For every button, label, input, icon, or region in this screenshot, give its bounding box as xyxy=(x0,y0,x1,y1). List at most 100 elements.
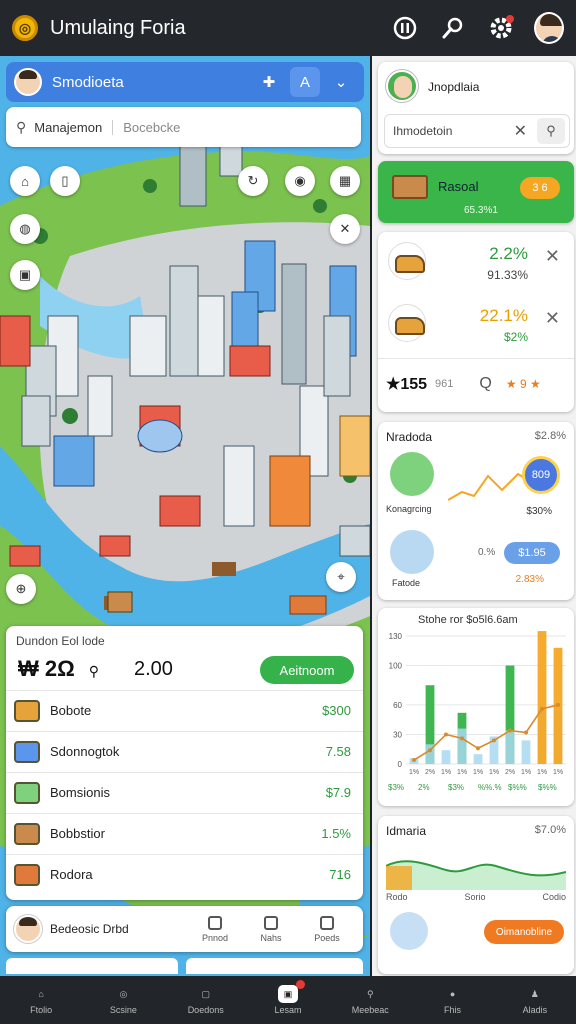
chart-bar xyxy=(505,730,515,764)
chart-point xyxy=(412,758,416,763)
ledger-row[interactable]: Bomsionis $7.9 xyxy=(6,772,363,812)
map-layer-button[interactable]: ▯ xyxy=(50,166,80,196)
stats-title: Nradoda xyxy=(386,430,433,444)
chart-point xyxy=(476,746,480,751)
nav-item-2[interactable]: ▢ Doedons xyxy=(165,976,247,1024)
search-input[interactable]: Bocebcke xyxy=(123,120,180,135)
nav-item-6[interactable]: ♟ Aladis xyxy=(494,976,576,1024)
building-icon xyxy=(390,912,428,950)
map-home-button[interactable]: ⌂ xyxy=(10,166,40,196)
font-icon[interactable]: A xyxy=(290,67,320,97)
notification-dot xyxy=(295,980,305,989)
pin-icon: ⚲ xyxy=(88,663,100,679)
nav-item-0[interactable]: ⌂ Ftolio xyxy=(0,976,82,1024)
trade-row[interactable]: 2.2% 91.33% ✕ xyxy=(378,232,574,292)
tram-icon xyxy=(392,175,428,199)
category-label: $3% xyxy=(388,783,404,792)
search-category[interactable]: Manajemon xyxy=(34,119,114,135)
search-icon[interactable]: Q xyxy=(479,375,491,393)
close-icon[interactable]: ✕ xyxy=(545,308,560,329)
axis-label: Rodo xyxy=(386,892,408,902)
tool-label: Pnnod xyxy=(201,932,229,943)
search-icon[interactable]: ⚲ xyxy=(537,118,565,144)
y-tick-label: 0 xyxy=(398,760,403,769)
close-icon[interactable]: ✕ xyxy=(545,246,560,267)
map-save-button[interactable]: ▣ xyxy=(10,260,40,290)
notification-icon[interactable] xyxy=(390,13,420,43)
building-icon xyxy=(14,822,40,845)
x-tick-label: 1% xyxy=(409,769,419,776)
rasoal-title: Rasoal xyxy=(438,179,479,194)
axis-label: Sorio xyxy=(464,892,486,902)
stats-label: Konagrcing xyxy=(386,504,432,514)
doc-icon xyxy=(320,915,334,930)
briefcase-icon: ▣ xyxy=(277,985,298,1003)
trade-value: 22.1% xyxy=(479,306,528,325)
ledger-row-label: Bobbstior xyxy=(50,826,105,841)
map-tool-button[interactable]: ✕ xyxy=(330,214,360,244)
ledger-row[interactable]: Bobote $300 xyxy=(6,690,363,730)
ledger-action-button[interactable]: Aeitnoom xyxy=(260,656,354,684)
nav-label: Lesam xyxy=(274,1005,302,1015)
building-icon xyxy=(390,530,434,574)
rating-stars: ★ 9 ★ xyxy=(505,376,541,391)
tools-icon[interactable]: ✕ xyxy=(514,121,527,141)
y-tick-label: 100 xyxy=(389,662,403,671)
x-tick-label: 1% xyxy=(441,769,451,776)
map-grid-button[interactable]: ▦ xyxy=(330,166,360,196)
ledger-row-value: 716 xyxy=(329,867,351,882)
trade-row[interactable]: 22.1% $2% ✕ xyxy=(378,294,574,354)
trend-action-button[interactable]: Oimanobline xyxy=(484,920,564,944)
app-topbar: ◎ Umulaing Foria xyxy=(0,0,576,56)
map-panel-title: Smodioeta xyxy=(52,73,124,91)
bottom-nav: ⌂ Ftolio ◎ Scsine ▢ Doedons ▣ Lesam ⚲ Meebeac ● Fhi… xyxy=(0,976,576,1024)
category-label: %%.% xyxy=(478,783,502,792)
axis-label: Codio xyxy=(542,892,566,902)
map-pin-button[interactable]: ◍ xyxy=(10,214,40,244)
stats-value: 0.% xyxy=(478,547,496,558)
profile-field[interactable]: Ihmodetoin ✕ ⚲ xyxy=(384,114,570,148)
tool-home-button[interactable]: Pnnod xyxy=(187,915,243,943)
nav-item-1[interactable]: ◎ Scsine xyxy=(82,976,164,1024)
chart-bar xyxy=(473,754,483,764)
chevron-down-icon[interactable]: ⌄ xyxy=(326,67,356,97)
y-tick-label: 130 xyxy=(389,632,403,641)
category-label: $%% xyxy=(508,783,527,792)
nav-item-4[interactable]: ⚲ Meebeac xyxy=(329,976,411,1024)
stats-badge[interactable]: 809 xyxy=(522,456,560,494)
profile-avatar[interactable] xyxy=(534,12,564,44)
gear-icon[interactable] xyxy=(486,13,516,43)
building-icon xyxy=(14,699,40,722)
nav-item-3[interactable]: ▣ Lesam xyxy=(247,976,329,1024)
x-tick-label: 2% xyxy=(425,769,435,776)
category-label: $3% xyxy=(448,783,464,792)
puzzle-icon[interactable]: ✚ xyxy=(254,67,284,97)
search-icon[interactable] xyxy=(438,13,468,43)
ledger-row-label: Rodora xyxy=(50,867,93,882)
map-rotate-button[interactable]: ↻ xyxy=(238,166,268,196)
map-zoom-button[interactable]: ⊕ xyxy=(6,574,36,604)
chart-bar xyxy=(457,728,467,764)
bar-chart: 0 30 60 100 130 1% 2% 1% 1% 1% 1% 2% 1% 1% 1% $3% 2% $3%%… xyxy=(388,631,566,792)
avatar xyxy=(14,68,42,96)
ledger-row[interactable]: Bobbstior 1.5% xyxy=(6,813,363,853)
stats-sparkline xyxy=(448,472,528,501)
ledger-row[interactable]: Rodora 716 xyxy=(6,854,363,894)
tool-nahs-button[interactable]: Nahs xyxy=(243,915,299,943)
tram-icon xyxy=(388,242,426,280)
nav-item-5[interactable]: ● Fhis xyxy=(411,976,493,1024)
avatar xyxy=(14,915,42,943)
peek-card-left xyxy=(6,958,178,974)
nav-label: Meebeac xyxy=(351,1005,389,1015)
map-camera-button[interactable]: ◉ xyxy=(285,166,315,196)
ledger-row[interactable]: Sdonnogtok 7.58 xyxy=(6,731,363,771)
map-locate-button[interactable]: ⌖ xyxy=(326,562,356,592)
tool-poeds-button[interactable]: Poeds xyxy=(299,915,355,943)
notification-dot xyxy=(506,15,514,23)
x-tick-label: 1% xyxy=(489,769,499,776)
trade-subvalue: $2% xyxy=(503,330,528,344)
chart-bar xyxy=(521,740,531,764)
map-search-bar[interactable]: ⚲ Manajemon Bocebcke xyxy=(6,107,361,147)
rasoal-card[interactable]: Rasoal 3 6 65.3%1 xyxy=(378,161,574,223)
stats-pill[interactable]: $1.95 xyxy=(504,542,560,564)
